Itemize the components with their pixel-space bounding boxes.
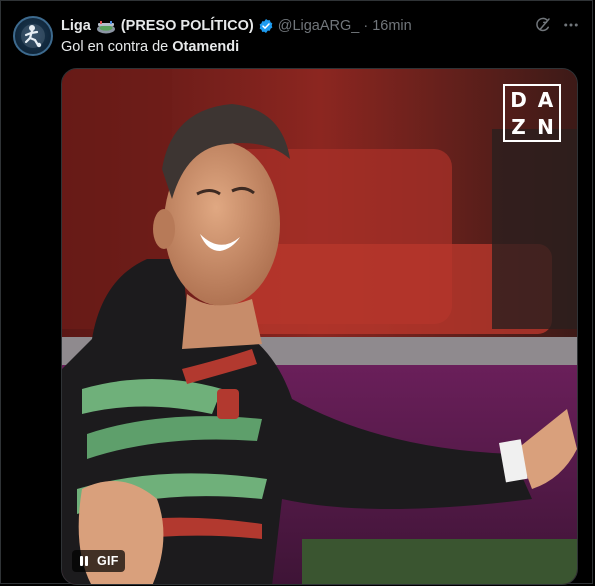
display-name-suffix[interactable]: (PRESO POLÍTICO) (121, 18, 254, 34)
pause-icon[interactable] (77, 554, 91, 568)
watermark-letter: A (537, 87, 554, 112)
verified-badge-icon (258, 18, 274, 34)
separator-dot: · (363, 18, 369, 34)
tweet-text-mention: Otamendi (172, 39, 240, 55)
avatar[interactable] (13, 16, 53, 56)
more-options-icon[interactable] (562, 16, 580, 34)
user-handle[interactable]: @LigaARG_ (278, 18, 360, 34)
watermark-letter: N (537, 114, 554, 139)
timestamp[interactable]: 16min (372, 18, 412, 34)
gif-label: GIF (97, 554, 119, 568)
dazn-watermark: D A Z N (503, 84, 561, 142)
stadium-icon (96, 20, 116, 34)
tweet-header: Liga (PRESO POLÍTICO) @LigaARG_ · 16min (61, 17, 412, 35)
gif-controls[interactable]: GIF (72, 550, 125, 572)
display-name[interactable]: Liga (61, 18, 91, 34)
grok-icon[interactable] (534, 16, 552, 34)
tweet-text-prefix: Gol en contra de (61, 39, 173, 55)
tweet-card[interactable]: Liga (PRESO POLÍTICO) @LigaARG_ · 16min (0, 0, 593, 585)
watermark-letter: Z (511, 114, 526, 139)
gif-frame-image (62, 69, 577, 584)
watermark-letter: D (510, 87, 527, 112)
gif-media[interactable]: D A Z N GIF (61, 68, 578, 585)
tweet-text: Gol en contra de Otamendi (61, 39, 239, 55)
soccer-player-logo-icon (21, 24, 45, 48)
